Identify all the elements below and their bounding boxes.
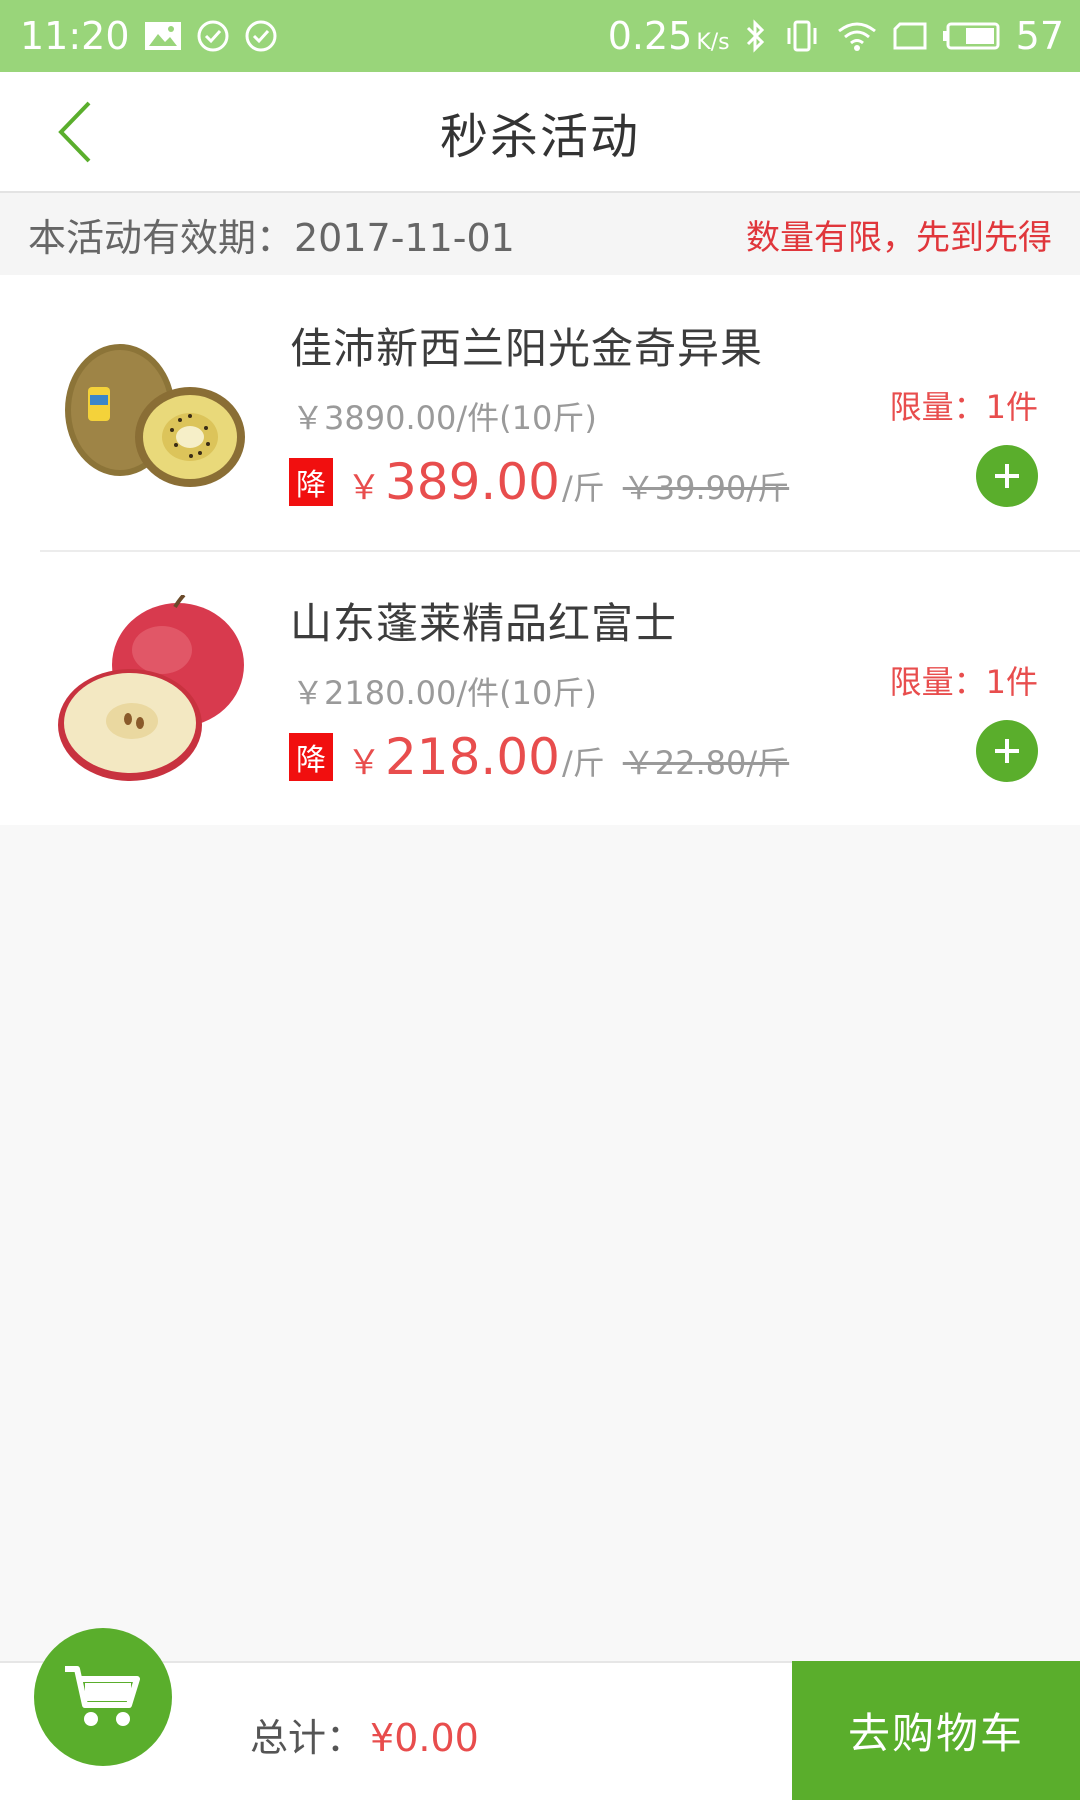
price-row: 降 ￥ 218.00 /斤 ￥22.80/斤 xyxy=(289,728,789,786)
cart-button[interactable] xyxy=(34,1628,172,1766)
page-title: 秒杀活动 xyxy=(439,108,640,165)
activity-validity: 本活动有效期：2017-11-01 xyxy=(28,215,515,260)
pack-price: ￥2180.00/件(10斤) xyxy=(292,674,597,712)
limited-notice: 数量有限，先到先得 xyxy=(746,217,1052,258)
battery-level: 57 xyxy=(1015,14,1064,58)
sale-price: 389.00 xyxy=(385,453,560,511)
network-speed: 0.25 K/s xyxy=(608,14,730,58)
currency-symbol: ￥ xyxy=(347,743,381,783)
sim-card-icon xyxy=(892,21,928,51)
list-item[interactable]: 佳沛新西兰阳光金奇异果 ￥3890.00/件(10斤) 降 ￥ 389.00 /… xyxy=(0,275,1080,550)
image-icon xyxy=(144,21,182,51)
network-speed-value: 0.25 xyxy=(607,14,693,58)
total-label: 总计： xyxy=(250,1716,365,1760)
check-circle-icon xyxy=(244,19,278,53)
network-speed-unit: K/s xyxy=(696,30,730,55)
battery-icon xyxy=(942,21,1002,51)
price-unit: /斤 xyxy=(561,469,605,507)
status-bar: 11:20 0.25 K/s 57 xyxy=(0,0,1080,72)
apple-image xyxy=(50,595,250,785)
plus-icon xyxy=(995,739,1019,763)
bluetooth-icon xyxy=(744,18,768,54)
original-price: ￥22.80/斤 xyxy=(622,744,790,782)
product-list: 佳沛新西兰阳光金奇异果 ￥3890.00/件(10斤) 降 ￥ 389.00 /… xyxy=(0,275,1080,825)
purchase-limit: 限量：1件 xyxy=(889,388,1038,426)
chevron-left-icon xyxy=(58,101,91,162)
sale-price: 218.00 xyxy=(385,728,560,786)
status-time: 11:20 xyxy=(20,14,130,58)
price-drop-badge: 降 xyxy=(289,733,333,781)
wifi-icon xyxy=(836,19,878,53)
app-header: 秒杀活动 xyxy=(0,72,1080,193)
original-price: ￥39.90/斤 xyxy=(622,469,790,507)
price-row: 降 ￥ 389.00 /斤 ￥39.90/斤 xyxy=(289,453,789,511)
pack-price: ￥3890.00/件(10斤) xyxy=(292,399,597,437)
product-name: 山东蓬莱精品红富士 xyxy=(290,599,678,648)
check-circle-icon xyxy=(196,19,230,53)
product-name: 佳沛新西兰阳光金奇异果 xyxy=(290,324,764,373)
kiwi-fruit-image xyxy=(50,320,250,510)
cart-total: 总计： ¥0.00 xyxy=(250,1707,479,1762)
price-unit: /斤 xyxy=(561,744,605,782)
shopping-cart-icon xyxy=(65,1666,140,1726)
add-to-cart-button[interactable] xyxy=(976,445,1038,507)
plus-icon xyxy=(995,464,1019,488)
currency-symbol: ￥ xyxy=(347,468,381,508)
activity-info-bar: 本活动有效期：2017-11-01 数量有限，先到先得 xyxy=(0,193,1080,275)
total-value: ¥0.00 xyxy=(370,1716,479,1760)
add-to-cart-button[interactable] xyxy=(976,720,1038,782)
list-item[interactable]: 山东蓬莱精品红富士 ￥2180.00/件(10斤) 降 ￥ 218.00 /斤 … xyxy=(0,550,1080,825)
vibrate-icon xyxy=(782,18,822,54)
price-drop-badge: 降 xyxy=(289,458,333,506)
purchase-limit: 限量：1件 xyxy=(889,663,1038,701)
back-button[interactable] xyxy=(40,94,110,169)
go-to-cart-button[interactable]: 去购物车 xyxy=(792,1661,1080,1800)
